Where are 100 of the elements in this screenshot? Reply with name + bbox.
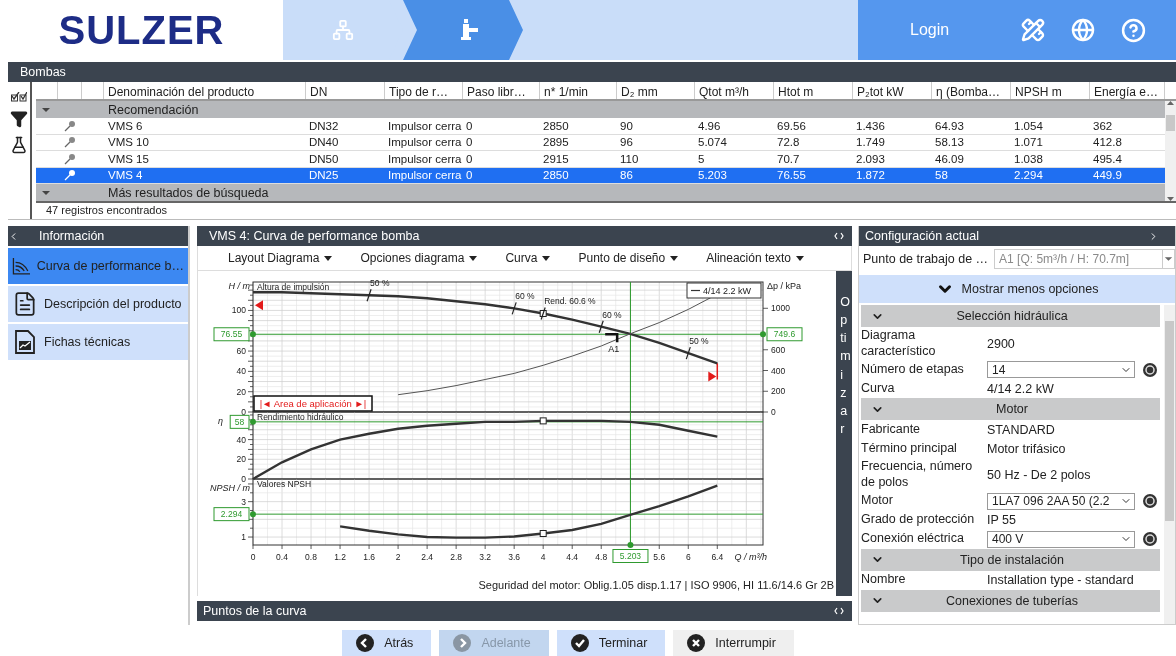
chart-title: Valores NPSH <box>257 478 312 489</box>
table-cell-text: VMS 15 <box>107 152 150 165</box>
x-tick-label: 5.6 <box>653 552 666 562</box>
property-value: 50 Hz - De 2 polos <box>987 467 1092 482</box>
x-tick-label: 1.2 <box>334 552 346 562</box>
table-cell-text: VMS 10 <box>107 136 150 149</box>
table-cell-text: 2.294 <box>1013 169 1044 182</box>
logo: SULZER <box>58 7 225 53</box>
property-label: Curva <box>861 380 896 397</box>
chart-legend: 4/14 2.2 kW <box>686 282 762 299</box>
curve-annotation: Rend. 60.6 % <box>540 296 596 321</box>
table-cell-text: 5.203 <box>697 169 728 182</box>
table-cell-text: 2895 <box>542 136 570 149</box>
y-tick-label: 60 <box>236 346 246 357</box>
ref-line-label: 76.55 <box>220 329 243 340</box>
table-cell-text: 72.8 <box>776 136 801 149</box>
table-cell-text: Impulsor cerra <box>387 152 463 165</box>
table-cell-text: Impulsor cerra <box>387 119 463 132</box>
table-cell-text: 2850 <box>542 119 570 132</box>
property-label: Fabricante <box>861 421 922 438</box>
table-cell-text: 1.872 <box>855 169 886 182</box>
table-cell-text: 1.071 <box>1013 136 1044 149</box>
y-axis-title: H / m <box>228 281 250 291</box>
table-cell-text: 58.13 <box>934 136 965 149</box>
x-tick-label: 4 <box>540 552 546 562</box>
panel-title: VMS 4: Curva de performance bomba <box>209 229 420 243</box>
value-label: 58 <box>229 414 250 429</box>
table-cell-text: 70.7 <box>776 152 801 165</box>
group-label: Más resultados de búsqueda <box>107 185 270 200</box>
x-tick-label: 3.2 <box>479 552 492 562</box>
property-value: Installation type - standard <box>987 573 1135 587</box>
table-cell-text: 5.074 <box>697 136 728 149</box>
table-cell-text: 412.8 <box>1092 136 1123 149</box>
table-cell-text: 0 <box>465 152 474 165</box>
legend-label: 4/14 2.2 kW <box>703 286 752 296</box>
y-tick-label: 40 <box>236 366 246 377</box>
y-tick-label: 20 <box>236 454 246 465</box>
panel-title: Configuración actual <box>865 229 979 243</box>
group-label: Recomendación <box>107 102 200 117</box>
footnote: Seguridad del motor: Oblig.1.05 disp.1.17 | ISO 9906, HI 11.6/14.6 Gr 2B <box>477 578 835 591</box>
x-tick-label: 4.8 <box>595 552 608 562</box>
table-cell-text: 1.054 <box>1013 119 1044 132</box>
x-tick-label: 3.6 <box>508 552 521 562</box>
table-cell-text: DN32 <box>308 119 340 132</box>
property-label: Término principal <box>861 440 958 457</box>
property-label: Nombre <box>861 572 907 588</box>
y-tick-label: 0 <box>241 407 246 417</box>
table-cell-text: 46.09 <box>934 152 965 165</box>
y-axis-title: η <box>218 416 223 426</box>
section-title: Selección hidráulica <box>955 309 1069 323</box>
x-axis-title: Q / m³/h <box>734 552 767 562</box>
x-tick-label: 2 <box>395 552 401 562</box>
property-label: Grado de protección <box>861 512 976 528</box>
property-label: Número de etapas <box>861 361 965 378</box>
table-cell-text: 1.749 <box>855 136 886 149</box>
y-axis-title: Δp / kPa <box>767 281 802 291</box>
table-cell-text: 5 <box>697 152 706 165</box>
x-tick-label: 6.4 <box>711 552 724 562</box>
table-cell-text: 58 <box>934 169 949 182</box>
property-label: Motor <box>861 493 894 509</box>
y-tick-label: 1000 <box>771 303 790 314</box>
table-cell-text: 86 <box>619 169 634 182</box>
property-value: STANDARD <box>987 422 1056 437</box>
table-cell-text: 0 <box>465 169 474 182</box>
annotation: Rend. 60.6 % <box>544 296 597 307</box>
annotation: 50 % <box>689 336 710 347</box>
y-tick-label: 400 <box>771 365 786 376</box>
ref-line-label: 5.203 <box>619 551 642 561</box>
y-tick-label: 20 <box>236 386 246 397</box>
y-axis-title: NPSH / m <box>210 483 250 493</box>
property-value: 2900 <box>987 336 1016 351</box>
property-label: Diagrama característico <box>861 328 937 360</box>
property-value: IP 55 <box>987 513 1017 527</box>
chart-title: Altura de impulsión <box>257 281 330 292</box>
table-cell-text: 64.93 <box>934 119 965 132</box>
status-text: 47 registros encontrados <box>36 201 1176 217</box>
x-tick-label: 2.4 <box>421 552 434 562</box>
table-cell-text: 2.093 <box>855 152 886 165</box>
table-cell-text: 1.436 <box>855 119 886 132</box>
x-tick-label: 4.4 <box>566 552 579 562</box>
table-cell-text: VMS 6 <box>107 119 144 132</box>
table-cell-text: 0 <box>465 119 474 132</box>
property-value: 4/14 2.2 kW <box>987 381 1055 396</box>
value-label: 749.6 <box>766 327 803 342</box>
x-tick-label: 0.4 <box>276 552 288 562</box>
ref-line-label: 58 <box>234 416 245 427</box>
panel-title: Puntos de la curva <box>203 604 307 618</box>
annotation: 50 % <box>370 278 390 289</box>
annotation: 60 % <box>515 291 535 302</box>
table-cell-text: 69.56 <box>776 119 807 132</box>
y-tick-label: 0 <box>241 474 246 484</box>
table-cell-text: 90 <box>619 119 634 132</box>
table-cell-text: DN50 <box>308 152 340 165</box>
chart-title: Rendimiento hidráulico <box>257 411 344 422</box>
table-cell-text: 0 <box>465 136 474 149</box>
field-label: Punto de trabajo de … <box>863 252 989 266</box>
value-label: 76.55 <box>213 327 250 342</box>
y-tick-label: 1 <box>241 532 246 543</box>
property-label: Frecuencia, número de polos <box>861 459 974 491</box>
annotation: 60 % <box>602 309 623 320</box>
